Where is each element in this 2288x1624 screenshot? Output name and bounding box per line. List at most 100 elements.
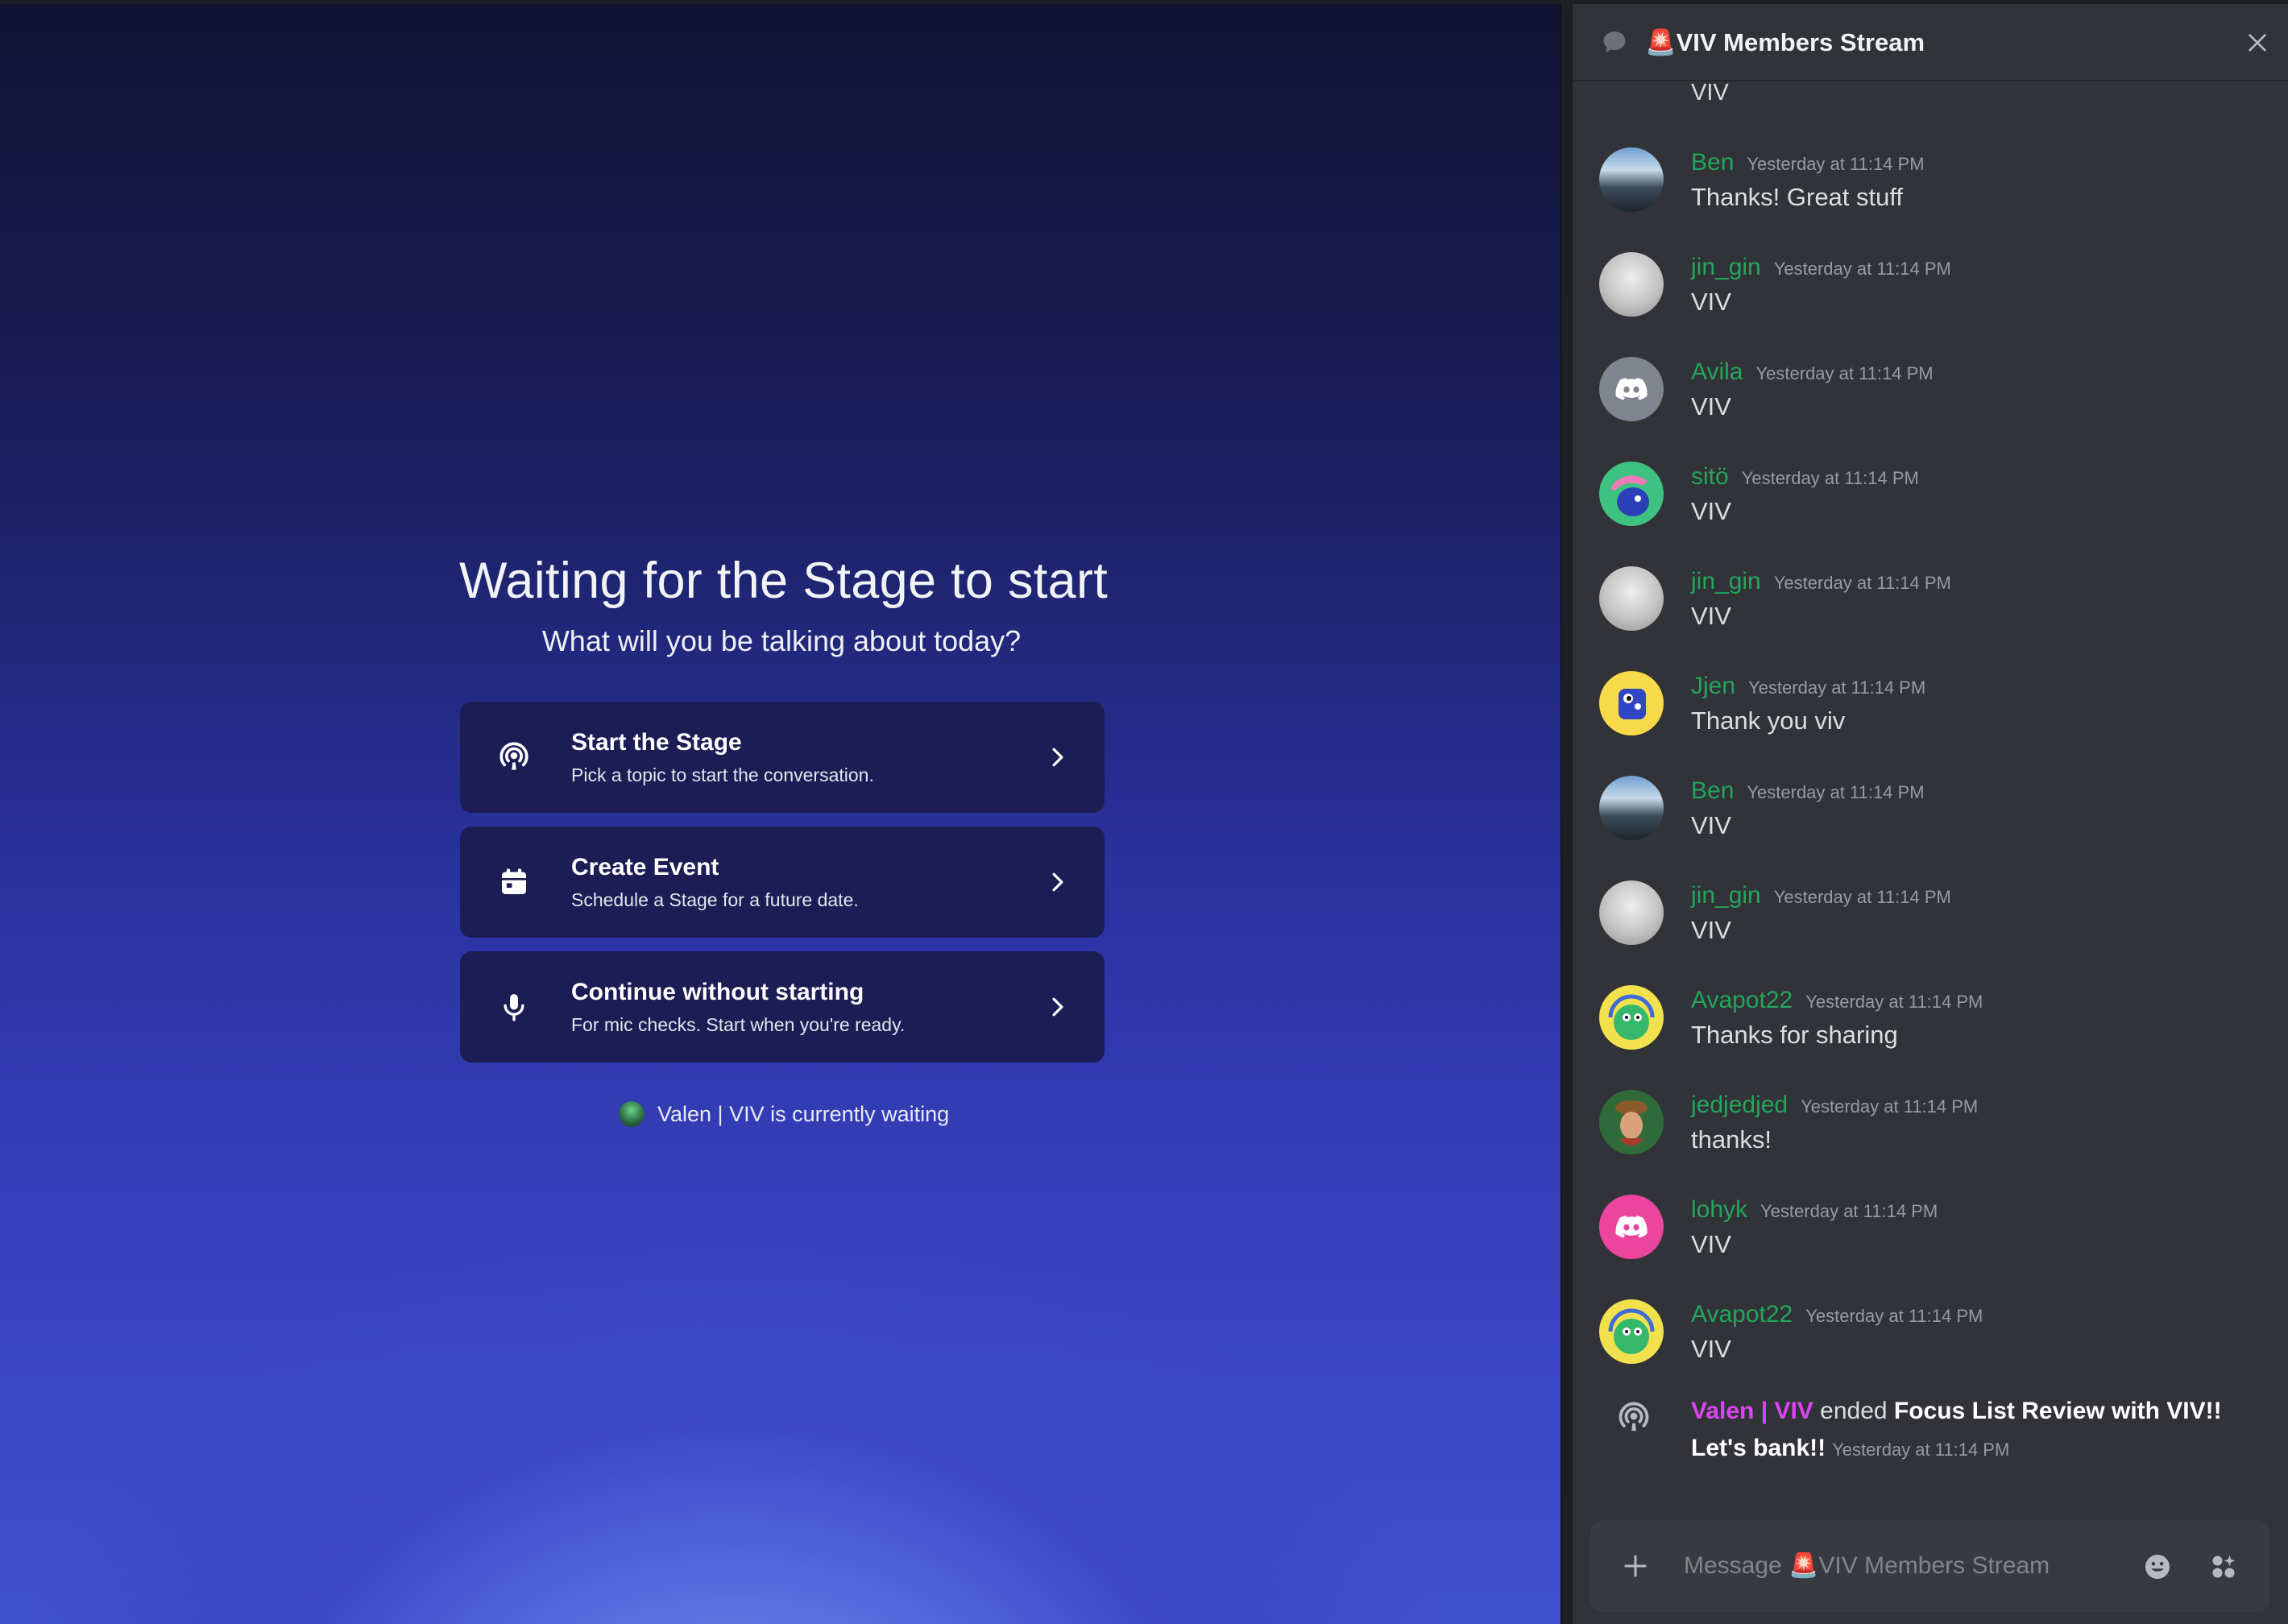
- username[interactable]: Avila: [1691, 358, 1743, 386]
- message-text: VIV: [1691, 288, 1731, 316]
- username[interactable]: jin_gin: [1691, 568, 1761, 595]
- message-list: Ben Yesterday at 11:14 PM Thanks! Great …: [1573, 141, 2288, 1398]
- stage-heading: Waiting for the Stage to start What will…: [459, 552, 1109, 658]
- username[interactable]: Ben: [1691, 777, 1734, 805]
- option-description: Pick a topic to start the conversation.: [571, 764, 874, 785]
- timestamp: Yesterday at 11:14 PM: [1805, 992, 1983, 1012]
- timestamp: Yesterday at 11:14 PM: [1748, 677, 1926, 698]
- avatar[interactable]: [1599, 252, 1664, 317]
- chevron-right-icon: [1047, 871, 1069, 893]
- avatar[interactable]: [1599, 1195, 1664, 1259]
- avatar[interactable]: [1599, 566, 1664, 631]
- username[interactable]: jedjedjed: [1691, 1092, 1788, 1119]
- message-text: VIV: [1691, 392, 1731, 420]
- message: Ben Yesterday at 11:14 PM Thanks! Great …: [1573, 141, 2288, 246]
- option-description: For mic checks. Start when you're ready.: [571, 1013, 906, 1035]
- character-icon: [1599, 1090, 1664, 1154]
- timestamp: Yesterday at 11:14 PM: [1755, 363, 1934, 383]
- username[interactable]: jin_gin: [1691, 882, 1761, 909]
- option-title: Continue without starting: [571, 978, 864, 1005]
- username[interactable]: Ben: [1691, 149, 1734, 176]
- timestamp: Yesterday at 11:14 PM: [1747, 782, 1925, 802]
- username[interactable]: Avapot22: [1691, 987, 1793, 1014]
- avatar[interactable]: [1599, 357, 1664, 421]
- message-text: Thanks for sharing: [1691, 1021, 1898, 1049]
- waiting-text: Valen | VIV is currently waiting: [657, 1101, 950, 1126]
- avatar[interactable]: [1599, 1299, 1664, 1364]
- avatar[interactable]: [1599, 1090, 1664, 1154]
- message-text: VIV: [1691, 811, 1731, 839]
- avatar: [619, 1101, 645, 1127]
- stage-title: Waiting for the Stage to start: [459, 553, 1109, 609]
- message: sitö Yesterday at 11:14 PM VIV: [1573, 455, 2288, 560]
- message-composer: [1590, 1520, 2270, 1612]
- timestamp: Yesterday at 11:14 PM: [1760, 1201, 1938, 1221]
- message-text: Thanks! Great stuff: [1691, 183, 1904, 211]
- message-text: VIV: [1691, 1230, 1731, 1258]
- option-description: Schedule a Stage for a future date.: [571, 889, 859, 910]
- avatar[interactable]: [1599, 671, 1664, 735]
- message: jin_gin Yesterday at 11:14 PM VIV: [1573, 560, 2288, 665]
- chat-header: 🚨VIV Members Stream: [1573, 4, 2288, 81]
- start-stage-button[interactable]: Start the Stage Pick a topic to start th…: [460, 702, 1105, 813]
- option-title: Create Event: [571, 853, 719, 880]
- system-username[interactable]: Valen | VIV: [1691, 1398, 1813, 1424]
- timestamp: Yesterday at 11:14 PM: [1773, 573, 1951, 593]
- username[interactable]: lohyk: [1691, 1196, 1747, 1224]
- avatar[interactable]: [1599, 147, 1664, 212]
- channel-title: 🚨VIV Members Stream: [1645, 27, 1925, 56]
- add-attachment-button[interactable]: [1618, 1548, 1653, 1584]
- option-title: Start the Stage: [571, 728, 742, 756]
- emoji-icon[interactable]: [2143, 1552, 2172, 1581]
- message-text: VIV: [1691, 1335, 1731, 1363]
- message: lohyk Yesterday at 11:14 PM VIV: [1573, 1188, 2288, 1293]
- username[interactable]: sitö: [1691, 463, 1729, 491]
- stage-options: Start the Stage Pick a topic to start th…: [460, 702, 1105, 1076]
- stage-ended-icon: [1619, 1402, 1649, 1431]
- chat-bubble-icon: [1603, 31, 1626, 52]
- system-message: Valen | VIV ended Focus List Review with…: [1573, 1390, 2288, 1478]
- timestamp: Yesterday at 11:14 PM: [1801, 1096, 1979, 1116]
- calendar-icon: [492, 860, 536, 904]
- discord-logo-icon: [1615, 378, 1648, 400]
- apps-icon[interactable]: [2209, 1552, 2238, 1581]
- character-icon: [1608, 1308, 1655, 1354]
- stage-broadcast-icon: [492, 735, 536, 779]
- username[interactable]: Avapot22: [1691, 1301, 1793, 1328]
- message-input[interactable]: [1684, 1552, 2151, 1580]
- message-text: VIV: [1691, 916, 1731, 944]
- message: Jjen Yesterday at 11:14 PM Thank you viv: [1573, 665, 2288, 769]
- timestamp: Yesterday at 11:14 PM: [1805, 1306, 1983, 1326]
- event-name: Focus List Review with VIV!!: [1893, 1398, 2222, 1424]
- avatar[interactable]: [1599, 880, 1664, 945]
- avatar[interactable]: [1599, 985, 1664, 1050]
- event-name-continued: Let's bank!!: [1691, 1435, 1826, 1461]
- chevron-right-icon: [1047, 746, 1069, 768]
- system-action: ended: [1813, 1398, 1894, 1424]
- close-icon[interactable]: [2244, 30, 2270, 56]
- avatar[interactable]: [1599, 776, 1664, 840]
- create-event-button[interactable]: Create Event Schedule a Stage for a futu…: [460, 826, 1105, 938]
- character-icon: [1608, 994, 1655, 1040]
- message: jin_gin Yesterday at 11:14 PM VIV: [1573, 874, 2288, 979]
- message-text: VIV: [1691, 602, 1731, 630]
- character-icon: [1610, 475, 1649, 516]
- stage-subtitle: What will you be talking about today?: [541, 624, 1022, 657]
- timestamp: Yesterday at 11:14 PM: [1773, 887, 1951, 907]
- timestamp: Yesterday at 11:14 PM: [1832, 1440, 2010, 1460]
- continue-without-starting-button[interactable]: Continue without starting For mic checks…: [460, 951, 1105, 1063]
- microphone-icon: [492, 985, 536, 1029]
- message: jedjedjed Yesterday at 11:14 PM thanks!: [1573, 1083, 2288, 1188]
- message: jin_gin Yesterday at 11:14 PM VIV: [1573, 246, 2288, 350]
- stage-area: Waiting for the Stage to start What will…: [0, 4, 1561, 1624]
- username[interactable]: jin_gin: [1691, 254, 1761, 281]
- message-text: VIV: [1691, 80, 1729, 106]
- character-icon: [1619, 689, 1646, 719]
- message: Ben Yesterday at 11:14 PM VIV: [1573, 769, 2288, 874]
- waiting-status: Valen | VIV is currently waiting: [619, 1101, 949, 1127]
- timestamp: Yesterday at 11:14 PM: [1741, 468, 1919, 488]
- username[interactable]: Jjen: [1691, 673, 1735, 700]
- avatar[interactable]: [1599, 462, 1664, 526]
- message-text: Thank you viv: [1691, 706, 1846, 735]
- message-text: thanks!: [1691, 1125, 1772, 1154]
